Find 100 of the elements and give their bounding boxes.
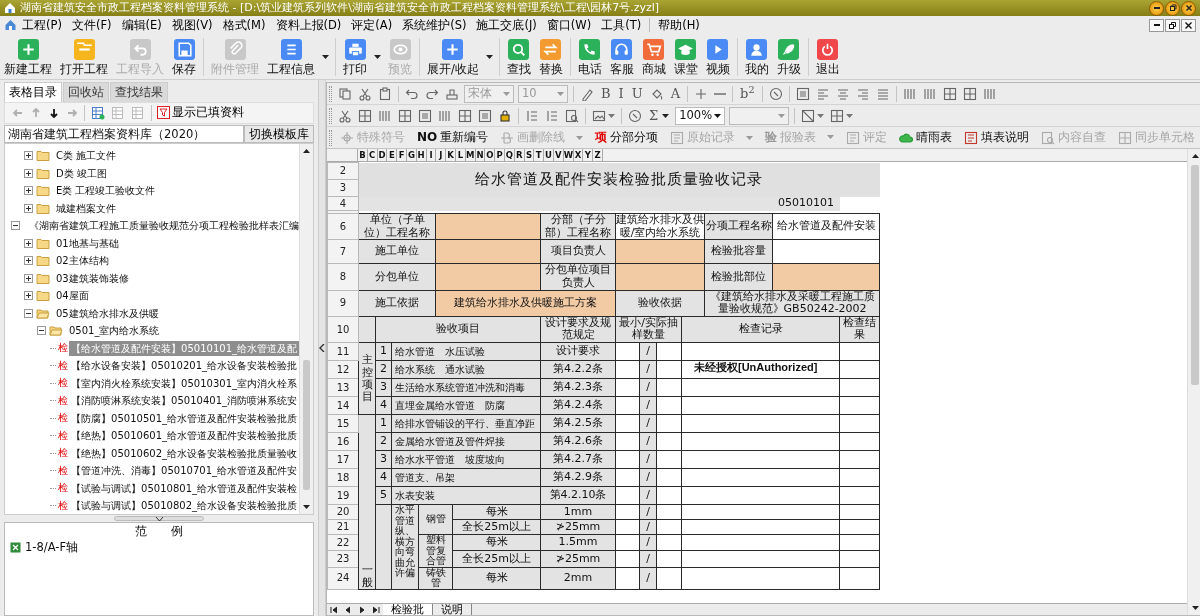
- tree-item[interactable]: 【试验与调试】05010801_给水管道及配件安装检: [69, 480, 299, 496]
- column-header: U: [544, 149, 554, 161]
- menu-item[interactable]: 工程(P): [17, 16, 67, 34]
- form-tag-icon: 检: [58, 499, 69, 512]
- form-tag-icon: 检: [58, 482, 69, 495]
- combo-field[interactable]: 100%: [675, 106, 726, 125]
- toolbar-button[interactable]: 展开/收起: [423, 36, 483, 77]
- column-header: X: [573, 149, 584, 161]
- tree-item[interactable]: 【室内消火栓系统安装】05010301_室内消火栓系: [69, 375, 299, 391]
- panel-tab[interactable]: 查找结果: [110, 82, 168, 102]
- toolbar-button[interactable]: 课堂: [669, 36, 702, 77]
- row-number: 7: [327, 239, 359, 264]
- tree-item[interactable]: 【试验与调试】05010802_给水设备安装检验批质: [69, 498, 299, 514]
- menu-item[interactable]: 系统维护(S): [397, 16, 472, 34]
- table-cell: 单位（子单位）工程名称: [358, 213, 436, 240]
- column-header: C: [367, 149, 378, 161]
- menu-item[interactable]: 文件(F): [66, 16, 117, 34]
- example-item[interactable]: 1-8/A-F轴: [5, 538, 313, 557]
- toolbar-button[interactable]: 填表说明: [959, 130, 1037, 145]
- tree-item[interactable]: D类 竣工图: [54, 165, 109, 181]
- form-tag-icon: 检: [58, 359, 69, 372]
- toolbar-button[interactable]: 视频: [701, 36, 734, 77]
- sheet-tab[interactable]: 检验批: [383, 604, 433, 615]
- format-button[interactable]: I: [614, 85, 628, 102]
- menu-item[interactable]: 资料上报(D): [270, 16, 347, 34]
- form-tag-icon: 检: [58, 412, 69, 425]
- tree-item[interactable]: 05建筑给水排水及供暖: [54, 305, 161, 321]
- column-header: P: [495, 149, 505, 161]
- column-header: M: [465, 149, 476, 161]
- tree-item[interactable]: 01地基与基础: [54, 235, 121, 251]
- menu-item[interactable]: 编辑(E): [116, 16, 167, 34]
- format-button[interactable]: A: [666, 85, 685, 102]
- toolbar-button[interactable]: 电话: [573, 36, 606, 77]
- toolbar-button[interactable]: 客服: [605, 36, 638, 77]
- tree-item[interactable]: 04屋面: [54, 288, 91, 304]
- toolbar-button[interactable]: 升级: [772, 36, 805, 77]
- column-header: V: [553, 149, 564, 161]
- tree-item[interactable]: 0501_室内给水系统: [67, 323, 162, 339]
- toolbar-button[interactable]: 保存: [168, 36, 200, 77]
- menu-item[interactable]: 窗口(W): [541, 16, 597, 34]
- column-header: R: [514, 149, 525, 161]
- column-header: H: [416, 149, 427, 161]
- tree-item[interactable]: 【绝热】05010602_给水设备安装检验批质量验收: [69, 445, 299, 461]
- column-heading: 检查记录: [681, 316, 840, 343]
- table-cell: 分包单位项目负责人: [540, 263, 616, 291]
- tree-item[interactable]: 【绝热】05010601_给水管道及配件安装检验批质: [69, 428, 299, 444]
- toolbar-button[interactable]: 项 分部分项: [590, 130, 666, 145]
- switch-library-button[interactable]: 切换模板库: [244, 125, 314, 143]
- table-cell: 验收依据: [615, 290, 705, 317]
- menu-item[interactable]: 视图(V): [166, 16, 218, 34]
- tree-item[interactable]: 城建档案文件: [54, 200, 118, 216]
- panel-tab[interactable]: 回收站: [63, 82, 109, 102]
- format-button[interactable]: B: [597, 85, 615, 102]
- label-glyph-icon: 验: [765, 130, 778, 145]
- menu-item[interactable]: 格式(M): [217, 16, 271, 34]
- input-cell[interactable]: 建筑给水排水及供暖施工方案: [435, 290, 616, 317]
- column-header: E: [387, 149, 398, 161]
- filter-button[interactable]: 显示已填资料: [155, 106, 246, 120]
- column-header: T: [534, 149, 545, 161]
- toolbar-button[interactable]: 查找: [502, 36, 535, 77]
- tree-item[interactable]: 【防腐】05010501_给水管道及配件安装检验批质: [69, 410, 299, 426]
- column-header: Y: [583, 149, 594, 161]
- library-field[interactable]: 湖南省建筑工程档案资料库（2020）: [4, 125, 244, 143]
- tree-item[interactable]: C类 施工文件: [54, 148, 119, 164]
- form-tag-icon: 检: [58, 377, 69, 390]
- format-button[interactable]: b$^{2}$: [736, 85, 759, 102]
- format-button[interactable]: U: [627, 85, 647, 102]
- tree-item[interactable]: 03建筑装饰装修: [54, 270, 131, 286]
- toolbar-button[interactable]: 商城: [637, 36, 670, 77]
- label-glyph-icon: NO: [417, 130, 438, 145]
- toolbar-button[interactable]: 工程信息: [263, 36, 319, 77]
- column-heading: 设计要求及规范规定: [540, 316, 616, 343]
- form-tag-icon: 检: [58, 429, 69, 442]
- table-cell: 分部（子分部）工程名称: [540, 213, 616, 240]
- toolbar-button[interactable]: 新建工程: [0, 36, 56, 77]
- menu-item[interactable]: 评定(A): [346, 16, 398, 34]
- example-title: 范 例: [134, 525, 184, 539]
- table-cell: 《建筑给水排水及采暖工程施工质量验收规范》GB50242-2002: [704, 290, 880, 317]
- toolbar-button[interactable]: 退出: [811, 36, 844, 77]
- tree-item[interactable]: 【给水设备安装】05010201_给水设备安装检验批: [69, 358, 299, 374]
- toolbar-button[interactable]: 晴雨表: [894, 130, 960, 145]
- label-glyph-icon: 项: [595, 130, 608, 145]
- tree-item[interactable]: 《湖南省建筑工程施工质量验收规范分项工程检验批样表汇编: [27, 218, 299, 234]
- format-button[interactable]: Σ: [645, 107, 674, 124]
- tree-item[interactable]: 【管道冲洗、消毒】05010701_给水管道及配件安: [69, 463, 299, 479]
- toolbar-button[interactable]: NO 重新编号: [412, 130, 496, 145]
- row-number: 9: [327, 290, 359, 317]
- tree-item[interactable]: 【消防喷淋系统安装】05010401_消防喷淋系统安: [69, 393, 299, 409]
- tree-item[interactable]: 02主体结构: [54, 253, 111, 269]
- panel-tab[interactable]: 表格目录: [4, 82, 62, 102]
- toolbar-button[interactable]: 打印: [339, 36, 371, 77]
- toolbar-button[interactable]: 替换: [534, 36, 567, 77]
- menu-item[interactable]: 施工交底(J): [471, 16, 542, 34]
- row-number: 10: [327, 316, 359, 343]
- menu-item[interactable]: 工具(T): [596, 16, 647, 34]
- tree-item[interactable]: E类 工程竣工验收文件: [54, 183, 158, 199]
- toolbar-button[interactable]: 我的: [740, 36, 773, 77]
- column-header: L: [455, 149, 466, 161]
- menu-item[interactable]: 帮助(H): [653, 16, 705, 34]
- toolbar-button[interactable]: 打开工程: [56, 36, 112, 77]
